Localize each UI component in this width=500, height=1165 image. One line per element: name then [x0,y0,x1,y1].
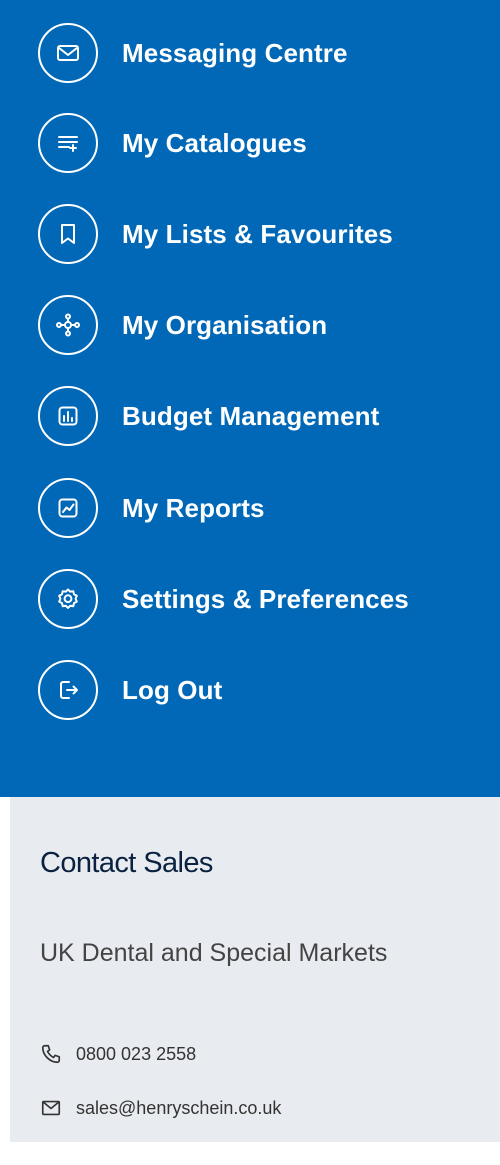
menu-item-budget-management[interactable]: Budget Management [0,379,500,453]
gear-icon [38,569,98,629]
contact-department: UK Dental and Special Markets [40,939,388,967]
phone-number: 0800 023 2558 [76,1043,197,1064]
line-chart-icon [38,478,98,538]
menu-label: Settings & Preferences [122,583,409,614]
organisation-network-icon [38,295,98,355]
contact-email[interactable]: sales@henryschein.co.uk [40,1097,281,1119]
phone-icon [41,1044,61,1064]
contact-phone[interactable]: 0800 023 2558 [40,1043,196,1065]
menu-item-settings-preferences[interactable]: Settings & Preferences [0,562,500,636]
menu-item-my-organisation[interactable]: My Organisation [0,288,500,362]
contact-title: Contact Sales [40,847,213,879]
menu-label: My Organisation [122,309,328,340]
envelope-icon [41,1100,61,1116]
email-address: sales@henryschein.co.uk [76,1097,282,1118]
menu-item-my-catalogues[interactable]: My Catalogues [0,106,500,180]
menu-label: My Catalogues [122,127,307,158]
menu-label: My Lists & Favourites [122,218,393,249]
account-sidebar: Messaging Centre My Catalogues My Lists … [0,0,500,1165]
envelope-icon [38,23,98,83]
menu-label: Messaging Centre [122,37,348,68]
menu-item-my-reports[interactable]: My Reports [0,471,500,545]
bookmark-icon [38,204,98,264]
logout-icon [38,660,98,720]
menu-item-my-lists-favourites[interactable]: My Lists & Favourites [0,197,500,271]
menu-label: My Reports [122,492,265,523]
menu-item-messaging-centre[interactable]: Messaging Centre [0,16,500,90]
bar-chart-icon [38,386,98,446]
contact-sales-panel: Contact Sales UK Dental and Special Mark… [10,797,500,1142]
menu-item-log-out[interactable]: Log Out [0,653,500,727]
catalogue-list-icon [38,113,98,173]
menu-label: Log Out [122,674,223,705]
menu-label: Budget Management [122,400,380,431]
account-menu: Messaging Centre My Catalogues My Lists … [0,0,500,797]
